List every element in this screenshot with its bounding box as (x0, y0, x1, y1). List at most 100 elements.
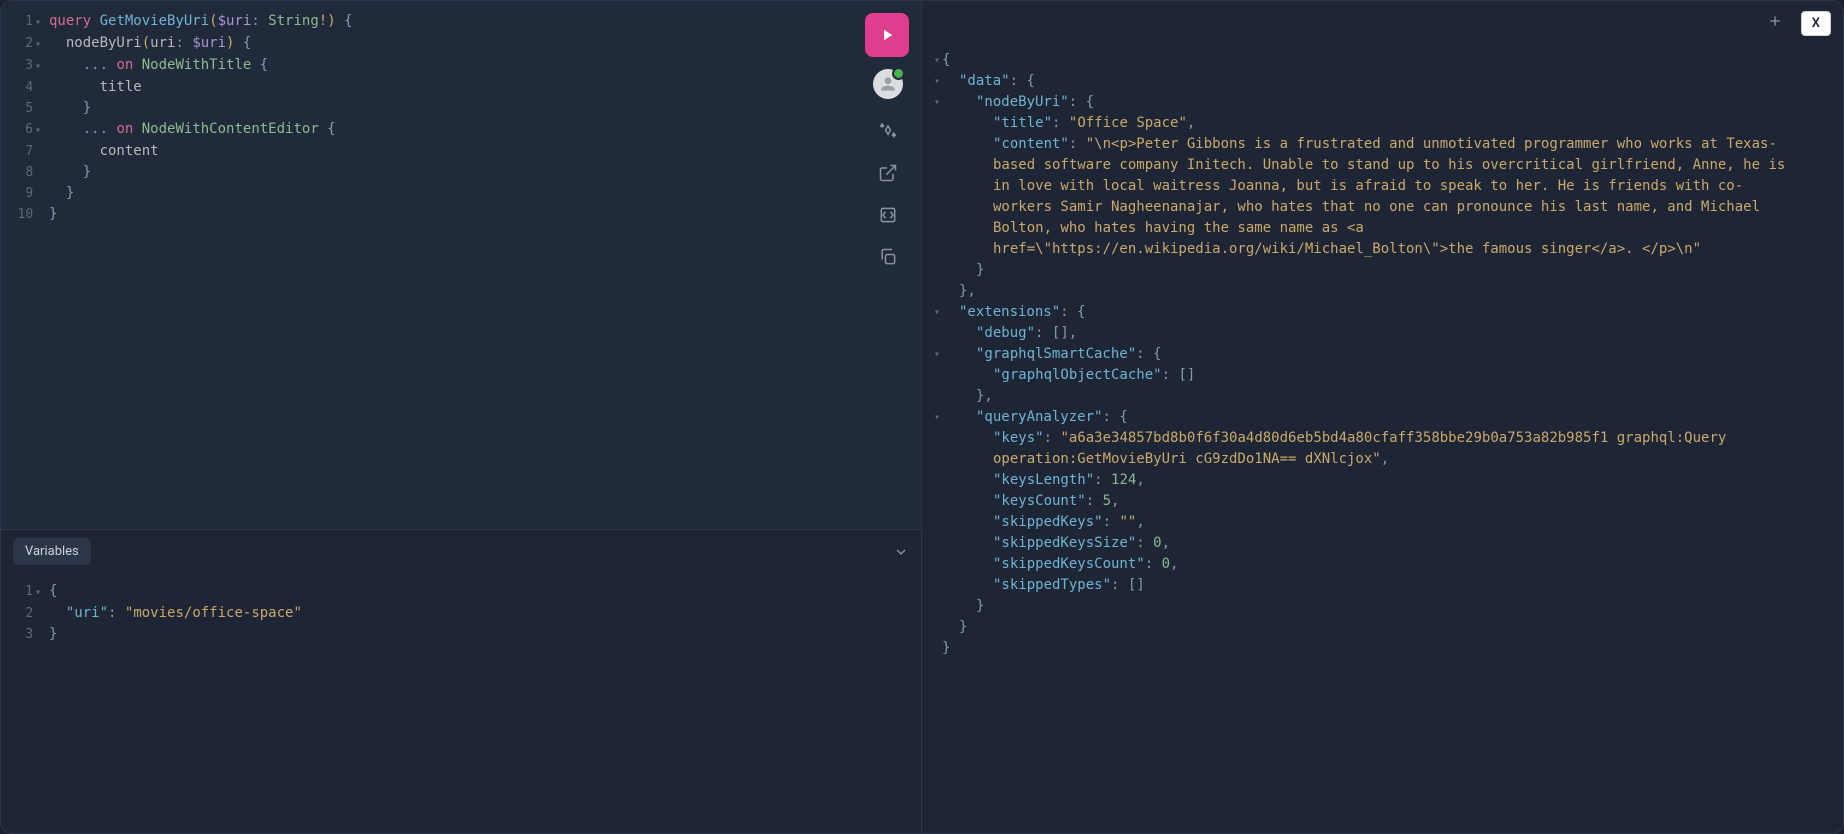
variables-section: Variables 1▾{2 "uri": "movies/office-spa… (1, 529, 921, 833)
query-editor[interactable]: 1▾query GetMovieByUri($uri: String!) {2▾… (1, 1, 921, 529)
line-number: 6▾ (1, 119, 49, 141)
response-content: "keys": "a6a3e34857bd8b0f6f30a4d80d6eb5b… (942, 428, 1843, 470)
code-content[interactable]: "uri": "movies/office-space" (49, 603, 302, 624)
response-line: "title": "Office Space", (922, 113, 1843, 134)
response-line: "keysLength": 124, (922, 470, 1843, 491)
right-header: X (922, 1, 1843, 46)
line-number: 4 (1, 77, 49, 98)
response-content: "extensions": { (942, 302, 1141, 323)
response-line: ▾"nodeByUri": { (922, 92, 1843, 113)
fold-gutter (922, 596, 942, 617)
fold-gutter[interactable]: ▾ (922, 50, 942, 71)
code-line[interactable]: 2 "uri": "movies/office-space" (1, 603, 921, 624)
response-line: ▾{ (922, 50, 1843, 71)
code-line[interactable]: 4 title (1, 77, 921, 98)
fold-gutter (922, 134, 942, 260)
code-line[interactable]: 1▾query GetMovieByUri($uri: String!) { (1, 11, 921, 33)
chevron-down-icon[interactable] (893, 544, 909, 560)
response-content: "content": "\n<p>Peter Gibbons is a frus… (942, 134, 1843, 260)
line-number: 5 (1, 98, 49, 119)
play-icon (878, 26, 896, 44)
response-line: ▾"queryAnalyzer": { (922, 407, 1843, 428)
response-content: "skippedKeysCount": 0, (942, 554, 1234, 575)
fold-gutter (922, 260, 942, 281)
variables-tab[interactable]: Variables (13, 538, 91, 565)
code-line[interactable]: 7 content (1, 141, 921, 162)
line-number: 9 (1, 183, 49, 204)
external-link-icon[interactable] (878, 163, 898, 183)
response-line: }, (922, 281, 1843, 302)
close-button[interactable]: X (1801, 11, 1831, 36)
variables-header: Variables (1, 530, 921, 573)
code-line[interactable]: 10 } (1, 204, 921, 225)
response-content: "skippedKeysSize": 0, (942, 533, 1226, 554)
code-line[interactable]: 2▾ nodeByUri(uri: $uri) { (1, 33, 921, 55)
avatar[interactable] (873, 69, 903, 99)
fold-gutter[interactable]: ▾ (922, 92, 942, 113)
code-line[interactable]: 5 } (1, 98, 921, 119)
add-tab-button[interactable] (1759, 9, 1791, 38)
line-number: 8 (1, 162, 49, 183)
code-content[interactable]: } (49, 183, 74, 204)
response-content: "queryAnalyzer": { (942, 407, 1184, 428)
code-content[interactable]: } (49, 624, 57, 645)
response-content: } (942, 260, 1040, 281)
response-line: ▾"graphqlSmartCache": { (922, 344, 1843, 365)
line-number: 1▾ (1, 581, 49, 603)
code-line[interactable]: 1▾{ (1, 581, 921, 603)
response-line: "skippedKeysCount": 0, (922, 554, 1843, 575)
response-line: "skippedTypes": [] (922, 575, 1843, 596)
code-content[interactable]: } (49, 98, 91, 119)
response-viewer[interactable]: ▾{▾"data": {▾"nodeByUri": {"title": "Off… (922, 46, 1843, 833)
line-number: 2 (1, 603, 49, 624)
code-content[interactable]: query GetMovieByUri($uri: String!) { (49, 11, 353, 33)
fold-gutter[interactable]: ▾ (922, 407, 942, 428)
response-content: }, (942, 281, 1032, 302)
variables-editor[interactable]: 1▾{2 "uri": "movies/office-space"3 } (1, 573, 921, 833)
code-content[interactable]: ... on NodeWithContentEditor { (49, 119, 336, 141)
fold-gutter (922, 470, 942, 491)
fold-gutter (922, 428, 942, 470)
response-line: "skippedKeysSize": 0, (922, 533, 1843, 554)
response-line: "keysCount": 5, (922, 491, 1843, 512)
response-line: } (922, 638, 1843, 659)
response-line: }, (922, 386, 1843, 407)
code-content[interactable]: content (49, 141, 159, 162)
line-number: 1▾ (1, 11, 49, 33)
fold-gutter (922, 512, 942, 533)
response-content: "skippedKeys": "", (942, 512, 1201, 533)
response-content: "keysLength": 124, (942, 470, 1201, 491)
line-number: 7 (1, 141, 49, 162)
fold-gutter (922, 386, 942, 407)
code-line[interactable]: 9 } (1, 183, 921, 204)
response-content: "keysCount": 5, (942, 491, 1175, 512)
response-line: "skippedKeys": "", (922, 512, 1843, 533)
line-number: 10 (1, 204, 49, 225)
fold-gutter (922, 554, 942, 575)
code-content[interactable]: { (49, 581, 57, 603)
code-line[interactable]: 3▾ ... on NodeWithTitle { (1, 55, 921, 77)
code-content[interactable]: nodeByUri(uri: $uri) { (49, 33, 251, 55)
fold-gutter[interactable]: ▾ (922, 302, 942, 323)
response-line: ▾"extensions": { (922, 302, 1843, 323)
copy-icon[interactable] (878, 247, 898, 267)
code-line[interactable]: 6▾ ... on NodeWithContentEditor { (1, 119, 921, 141)
fold-gutter (922, 491, 942, 512)
code-content[interactable]: title (49, 77, 142, 98)
code-content[interactable]: } (49, 204, 57, 225)
fold-gutter[interactable]: ▾ (922, 344, 942, 365)
response-content: { (942, 50, 1006, 71)
run-button[interactable] (865, 13, 909, 57)
fold-gutter (922, 113, 942, 134)
code-line[interactable]: 3 } (1, 624, 921, 645)
merge-icon[interactable] (878, 205, 898, 225)
line-number: 3▾ (1, 55, 49, 77)
code-content[interactable]: ... on NodeWithTitle { (49, 55, 268, 77)
response-content: "graphqlSmartCache": { (942, 344, 1217, 365)
fold-gutter[interactable]: ▾ (922, 71, 942, 92)
response-content: "nodeByUri": { (942, 92, 1150, 113)
response-content: "graphqlObjectCache": [] (942, 365, 1251, 386)
prettify-icon[interactable] (878, 121, 898, 141)
code-line[interactable]: 8 } (1, 162, 921, 183)
code-content[interactable]: } (49, 162, 91, 183)
